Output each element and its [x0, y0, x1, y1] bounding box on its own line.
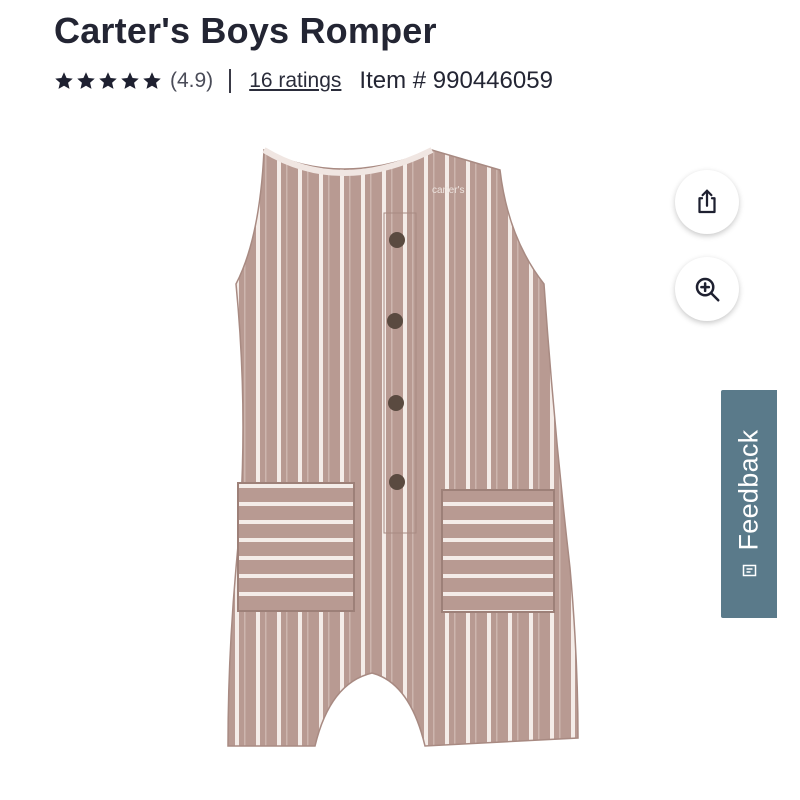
divider	[229, 69, 232, 93]
share-icon	[698, 189, 716, 214]
feedback-tab[interactable]: Feedback	[721, 390, 777, 618]
item-number: Item # 990446059	[359, 67, 553, 94]
left-pocket	[237, 482, 355, 612]
product-image[interactable]: carter's	[40, 118, 680, 788]
star-rating	[54, 71, 162, 91]
product-title: Carter's Boys Romper	[54, 10, 437, 51]
garment-label: carter's	[432, 185, 464, 196]
feedback-icon	[742, 564, 756, 577]
right-pocket	[441, 489, 555, 613]
zoom-in-icon	[695, 277, 720, 302]
button	[389, 474, 405, 490]
star-icon	[77, 72, 95, 89]
rating-row: (4.9) 16 ratings Item # 990446059	[54, 64, 553, 98]
share-button[interactable]	[675, 170, 739, 234]
star-icon	[121, 72, 139, 89]
ratings-count-link[interactable]: 16 ratings	[249, 69, 341, 93]
feedback-content: Feedback	[734, 430, 765, 579]
feedback-label: Feedback	[733, 429, 764, 551]
star-icon	[55, 72, 73, 89]
button	[389, 232, 405, 248]
star-icon	[143, 72, 161, 89]
button	[387, 313, 403, 329]
star-icon	[99, 72, 117, 89]
button	[388, 395, 404, 411]
zoom-button[interactable]	[675, 257, 739, 321]
rating-value: (4.9)	[170, 69, 214, 92]
